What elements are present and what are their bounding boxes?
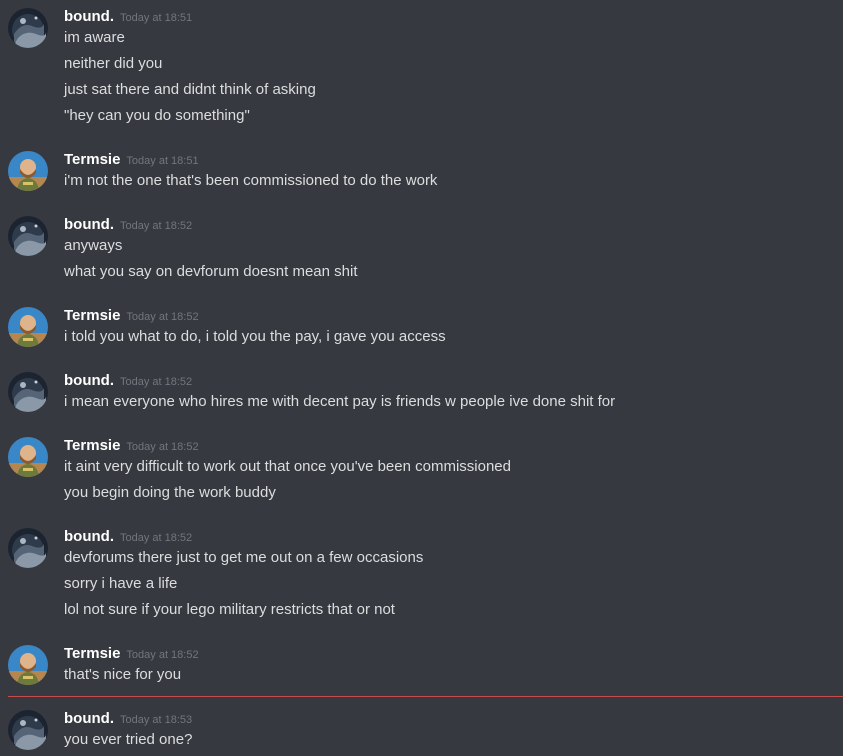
username[interactable]: Termsie <box>64 307 120 324</box>
user-avatar[interactable] <box>8 216 48 256</box>
bearded-man-avatar-icon <box>8 437 48 477</box>
message-header: Termsie Today at 18:52 <box>64 437 199 457</box>
user-avatar[interactable] <box>8 151 48 191</box>
message-text: just sat there and didnt think of asking <box>64 81 316 98</box>
message-text: i told you what to do, i told you the pa… <box>64 328 446 345</box>
message-text: that's nice for you <box>64 666 182 683</box>
message-text: sorry i have a life <box>64 575 178 592</box>
dark-planet-avatar-icon <box>8 8 48 48</box>
message-header: bound. Today at 18:52 <box>64 528 192 548</box>
user-avatar[interactable] <box>8 528 48 568</box>
bearded-man-avatar-icon <box>8 307 48 347</box>
user-avatar[interactable] <box>8 8 48 48</box>
user-avatar[interactable] <box>8 710 48 750</box>
message-text: i'm not the one that's been commissioned… <box>64 172 438 189</box>
bearded-man-avatar-icon <box>8 151 48 191</box>
message-text: im aware <box>64 29 125 46</box>
chat-messages: bound. Today at 18:51 im aware neither di… <box>0 0 843 756</box>
message-text: what you say on devforum doesnt mean shi… <box>64 263 358 280</box>
username[interactable]: bound. <box>64 528 114 545</box>
message-header: bound. Today at 18:52 <box>64 216 192 236</box>
user-avatar[interactable] <box>8 645 48 685</box>
timestamp: Today at 18:52 <box>126 441 199 453</box>
dark-planet-avatar-icon <box>8 216 48 256</box>
dark-planet-avatar-icon <box>8 372 48 412</box>
bearded-man-avatar-icon <box>8 645 48 685</box>
dark-planet-avatar-icon <box>8 528 48 568</box>
message-text: i mean everyone who hires me with decent… <box>64 393 616 410</box>
message-text: it aint very difficult to work out that … <box>64 458 511 475</box>
timestamp: Today at 18:53 <box>119 714 193 726</box>
message-text: anyways <box>64 237 123 254</box>
username[interactable]: bound. <box>64 710 114 727</box>
message-text: neither did you <box>64 55 163 72</box>
username[interactable]: bound. <box>64 372 114 389</box>
new-messages-divider <box>8 696 843 697</box>
message-text: devforums there just to get me out on a … <box>64 549 424 566</box>
message-header: Termsie Today at 18:52 <box>64 645 199 665</box>
dark-planet-avatar-icon <box>8 710 48 750</box>
message-header: bound. Today at 18:51 <box>64 8 192 28</box>
message-text: you begin doing the work buddy <box>64 484 276 501</box>
timestamp: Today at 18:52 <box>119 220 193 232</box>
message-header: Termsie Today at 18:52 <box>64 307 199 327</box>
timestamp: Today at 18:51 <box>126 155 199 167</box>
message-text: lol not sure if your lego military restr… <box>64 601 395 618</box>
username[interactable]: Termsie <box>64 645 120 662</box>
user-avatar[interactable] <box>8 307 48 347</box>
timestamp: Today at 18:52 <box>126 649 199 661</box>
message-header: Termsie Today at 18:51 <box>64 151 199 171</box>
message-header: bound. Today at 18:53 <box>64 710 192 730</box>
message-text: you ever tried one? <box>64 731 193 748</box>
user-avatar[interactable] <box>8 372 48 412</box>
message-text: "hey can you do something" <box>64 107 250 124</box>
username[interactable]: bound. <box>64 8 114 25</box>
timestamp: Today at 18:51 <box>119 12 193 24</box>
username[interactable]: Termsie <box>64 437 120 454</box>
username[interactable]: Termsie <box>64 151 120 168</box>
user-avatar[interactable] <box>8 437 48 477</box>
timestamp: Today at 18:52 <box>119 532 193 544</box>
message-header: bound. Today at 18:52 <box>64 372 192 392</box>
timestamp: Today at 18:52 <box>126 311 199 323</box>
timestamp: Today at 18:52 <box>119 376 193 388</box>
username[interactable]: bound. <box>64 216 114 233</box>
